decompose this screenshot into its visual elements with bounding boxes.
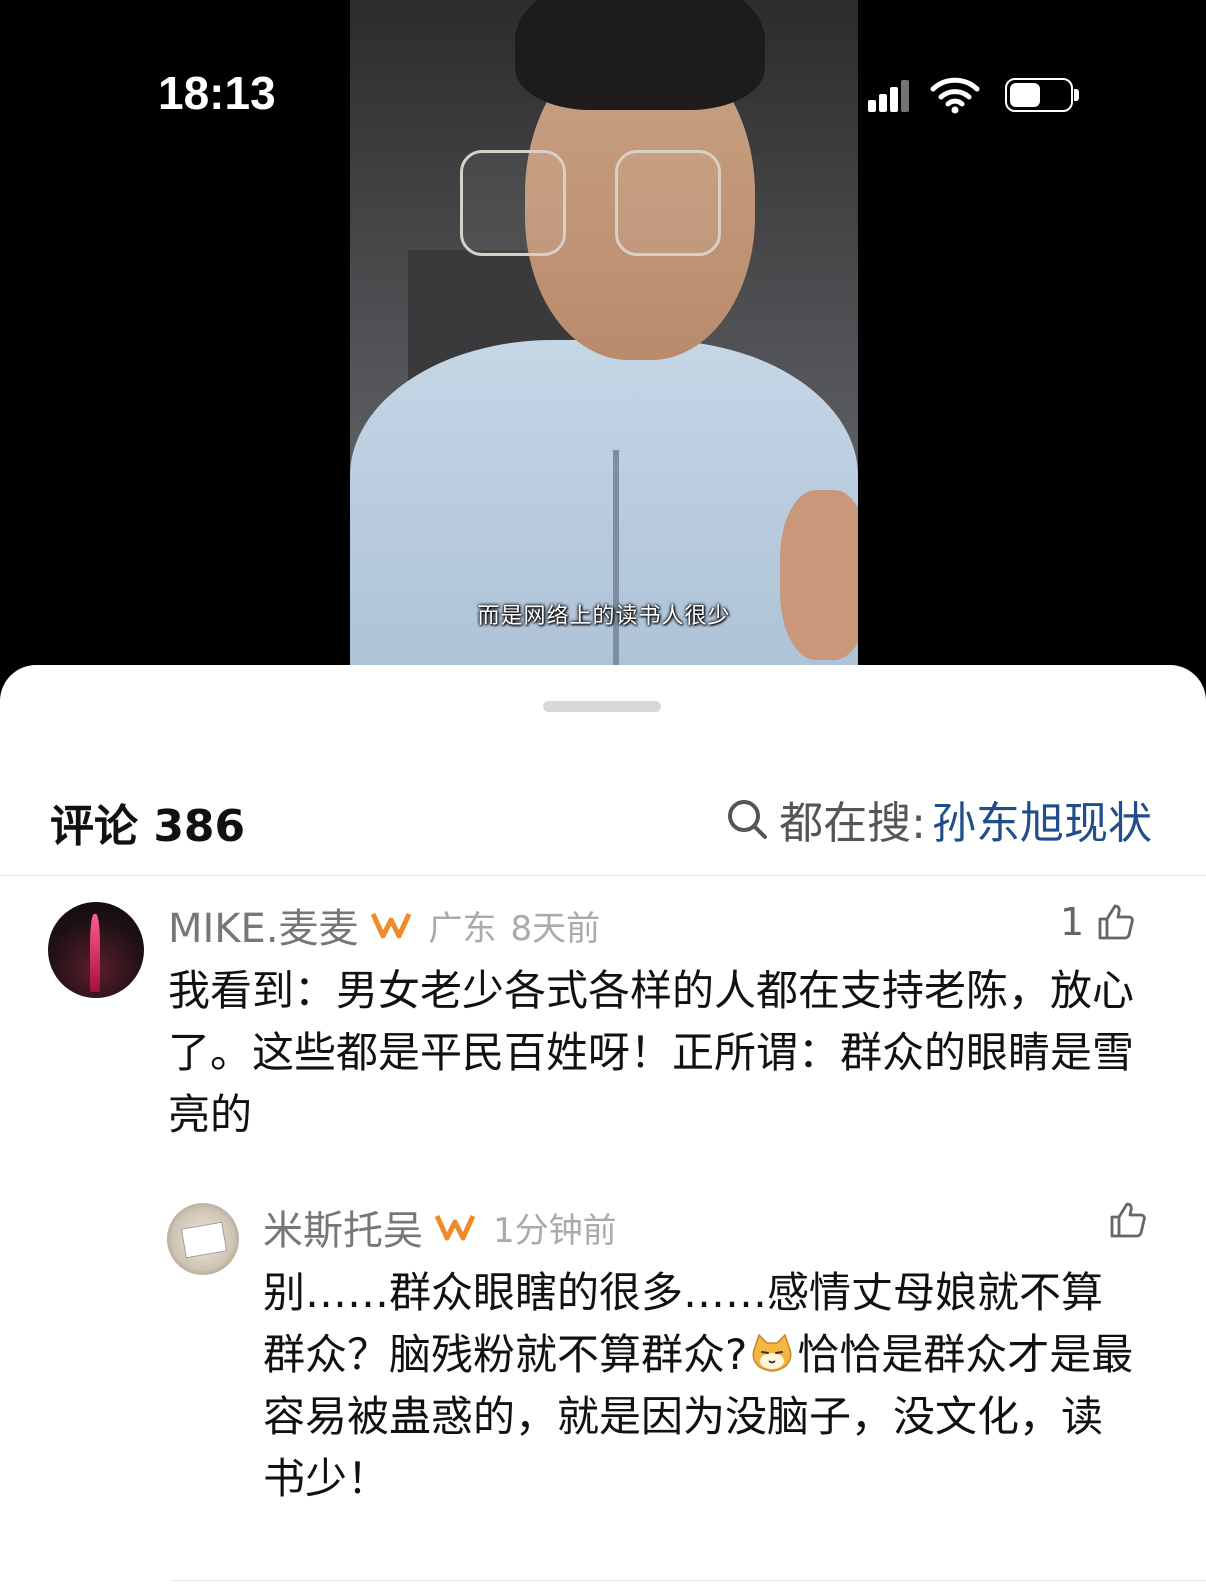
avatar-card-image	[180, 1221, 228, 1259]
like-count: 1	[1060, 900, 1085, 944]
thumb-up-icon	[1110, 1202, 1146, 1238]
cat-emoji-icon	[752, 1333, 792, 1372]
signal-icon	[868, 78, 909, 112]
wifi-icon	[930, 77, 980, 114]
reply-divider	[170, 1580, 1206, 1581]
jacket-zipper	[613, 450, 619, 680]
reply-time: 1分钟前	[493, 1210, 617, 1251]
search-icon	[728, 800, 768, 839]
person-hair	[515, 0, 765, 110]
video-frame[interactable]: 而是网络上的读书人很少	[350, 0, 858, 680]
reply-username[interactable]: 米斯托吴	[263, 1198, 423, 1256]
trending-search-link[interactable]: 都在搜: 孙东旭现状	[725, 787, 1152, 851]
video-subtitle: 而是网络上的读书人很少	[477, 604, 731, 629]
canton-tower-image	[90, 914, 100, 992]
comment-meta-row: MIKE.麦麦 广东 8天前	[168, 896, 600, 954]
person-hand	[780, 490, 858, 660]
reply-text: 别……群众眼瞎的很多……感情丈母娘就不算群众？脑残粉就不算群众? 恰恰是群众才是…	[263, 1262, 1143, 1510]
glasses-right-lens	[615, 150, 721, 256]
comments-header: 评论 386 都在搜: 孙东旭现状	[0, 765, 1206, 855]
header-divider	[0, 875, 1206, 876]
status-time: 18:13	[158, 67, 276, 119]
sheet-drag-handle[interactable]	[543, 701, 661, 712]
avatar[interactable]	[48, 902, 144, 998]
glasses-left-lens	[460, 150, 566, 256]
comments-count-title: 评论 386	[50, 801, 246, 852]
badge-icon	[434, 1214, 476, 1241]
comment-username[interactable]: MIKE.麦麦	[168, 896, 359, 954]
video-player[interactable]: 而是网络上的读书人很少 18:13	[0, 0, 1206, 700]
reply-meta-row: 米斯托吴 1分钟前	[263, 1198, 617, 1256]
avatar[interactable]	[167, 1203, 239, 1275]
search-prefix: 都在搜:	[779, 798, 926, 849]
comment-text: 我看到：男女老少各式各样的人都在支持老陈，放心了。这些都是平民百姓呀！正所谓：群…	[168, 966, 1135, 1139]
reply-like-button[interactable]	[1096, 1200, 1148, 1240]
comment-time: 8天前	[510, 908, 601, 949]
battery-icon	[1005, 78, 1079, 112]
like-button[interactable]: 1	[1060, 900, 1136, 944]
search-term[interactable]: 孙东旭现状	[932, 787, 1152, 851]
badge-icon	[370, 912, 411, 939]
thumb-up-icon	[1098, 904, 1134, 940]
comment-location: 广东	[428, 908, 497, 949]
